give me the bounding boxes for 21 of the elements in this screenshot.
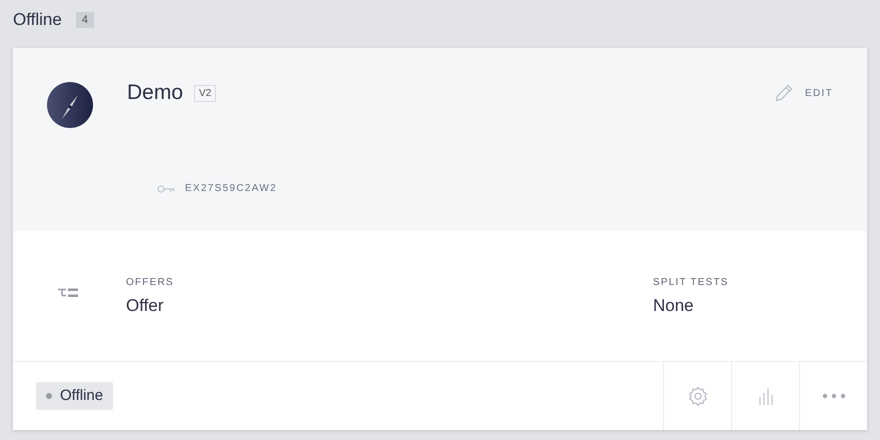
more-button[interactable] xyxy=(799,362,867,430)
key-icon xyxy=(157,184,175,192)
more-icon xyxy=(822,393,846,399)
field-label: SPLIT TESTS xyxy=(653,276,729,288)
version-badge: V2 xyxy=(194,84,216,102)
campaign-name: Demo xyxy=(127,81,184,105)
count-badge: 4 xyxy=(76,12,94,28)
bar-chart-icon xyxy=(758,387,774,405)
list-icon xyxy=(58,288,78,298)
compass-icon xyxy=(47,82,93,128)
field-value: None xyxy=(653,296,695,316)
settings-icon xyxy=(688,386,708,406)
section-title: Offline xyxy=(13,10,62,30)
stats-button[interactable] xyxy=(731,362,799,430)
pencil-icon xyxy=(775,84,794,102)
field-label: OFFERS xyxy=(126,276,175,288)
settings-button[interactable] xyxy=(663,362,731,430)
status-chip[interactable]: Offline xyxy=(36,382,114,410)
campaign-key: EX27S59C2AW2 xyxy=(185,183,277,194)
field-value: Offer xyxy=(126,296,164,316)
edit-button[interactable]: EDIT xyxy=(775,84,833,102)
